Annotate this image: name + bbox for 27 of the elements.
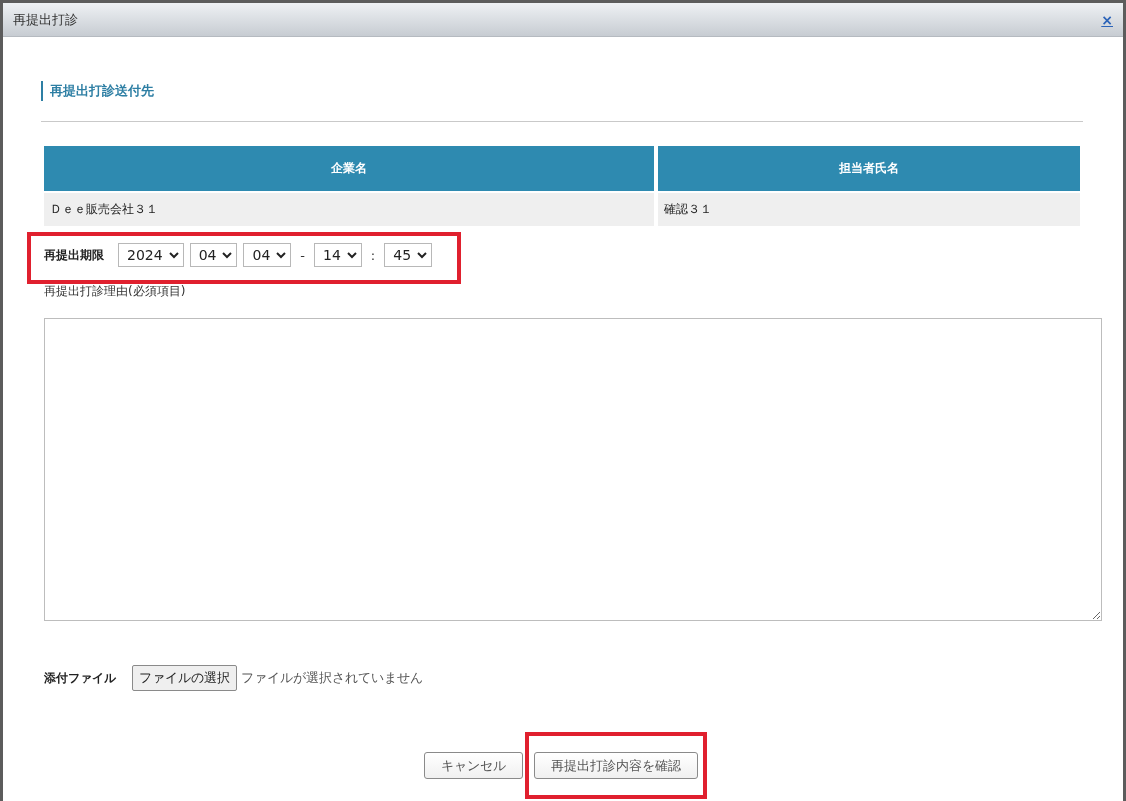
attachment-label: 添付ファイル	[44, 669, 116, 687]
dropdown[interactable]: 2024	[118, 243, 184, 267]
reason-textarea[interactable]	[44, 318, 1102, 621]
column-header: 企業名	[44, 146, 654, 191]
table-cell: 確認３１	[658, 193, 1080, 226]
dropdown[interactable]: 04	[243, 243, 292, 267]
dialog-button[interactable]: キャンセル	[424, 752, 523, 779]
separator: :	[370, 247, 376, 263]
chevron-icon	[222, 251, 233, 259]
section-title: 再提出打診送付先	[41, 81, 154, 101]
separator: -	[300, 247, 305, 263]
dialog-button[interactable]: 再提出打診内容を確認	[534, 752, 698, 779]
chevron-icon	[346, 251, 357, 259]
column-header: 担当者氏名	[658, 146, 1080, 191]
choose-file-button[interactable]: ファイルの選択	[132, 665, 237, 691]
dropdown[interactable]: 45	[384, 243, 433, 267]
file-status: ファイルが選択されていません	[241, 669, 423, 687]
reason-label: 再提出打診理由(必須項目)	[44, 283, 187, 300]
table-cell: Ｄｅｅ販売会社３１	[44, 193, 654, 226]
dropdown[interactable]: 04	[189, 243, 238, 267]
deadline-label: 再提出期限	[44, 246, 104, 264]
dropdown[interactable]: 14	[314, 243, 362, 267]
chevron-icon	[417, 251, 428, 259]
window-title: 再提出打診	[13, 10, 78, 29]
chevron-icon	[276, 251, 287, 259]
close-button[interactable]: ×	[1101, 11, 1113, 28]
chevron-icon	[168, 251, 179, 259]
